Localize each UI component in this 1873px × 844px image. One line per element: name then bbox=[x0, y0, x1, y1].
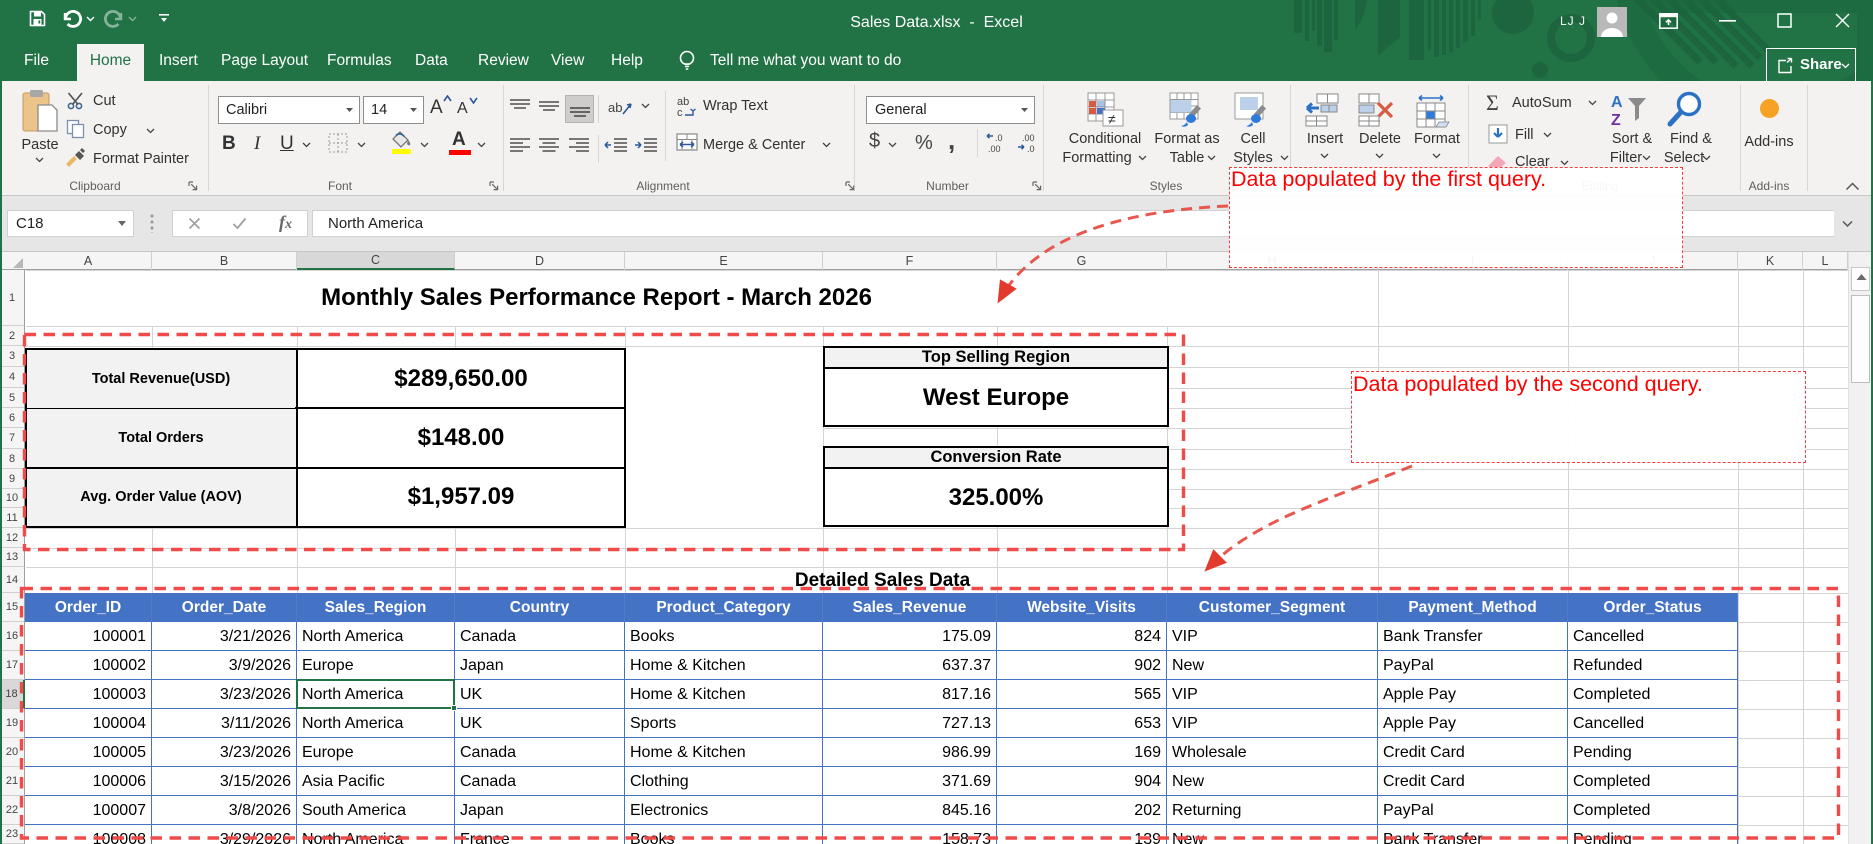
svg-text:.0: .0 bbox=[1027, 144, 1035, 154]
svg-text:.00: .00 bbox=[1022, 133, 1035, 143]
svg-text:≠: ≠ bbox=[1108, 111, 1116, 127]
svg-text:Z: Z bbox=[1611, 112, 1621, 128]
svg-text:c: c bbox=[677, 107, 683, 118]
svg-text:.0: .0 bbox=[995, 133, 1003, 143]
svg-text:A: A bbox=[1611, 94, 1623, 111]
svg-text:ab: ab bbox=[608, 100, 622, 115]
svg-text:.00: .00 bbox=[988, 144, 1001, 154]
